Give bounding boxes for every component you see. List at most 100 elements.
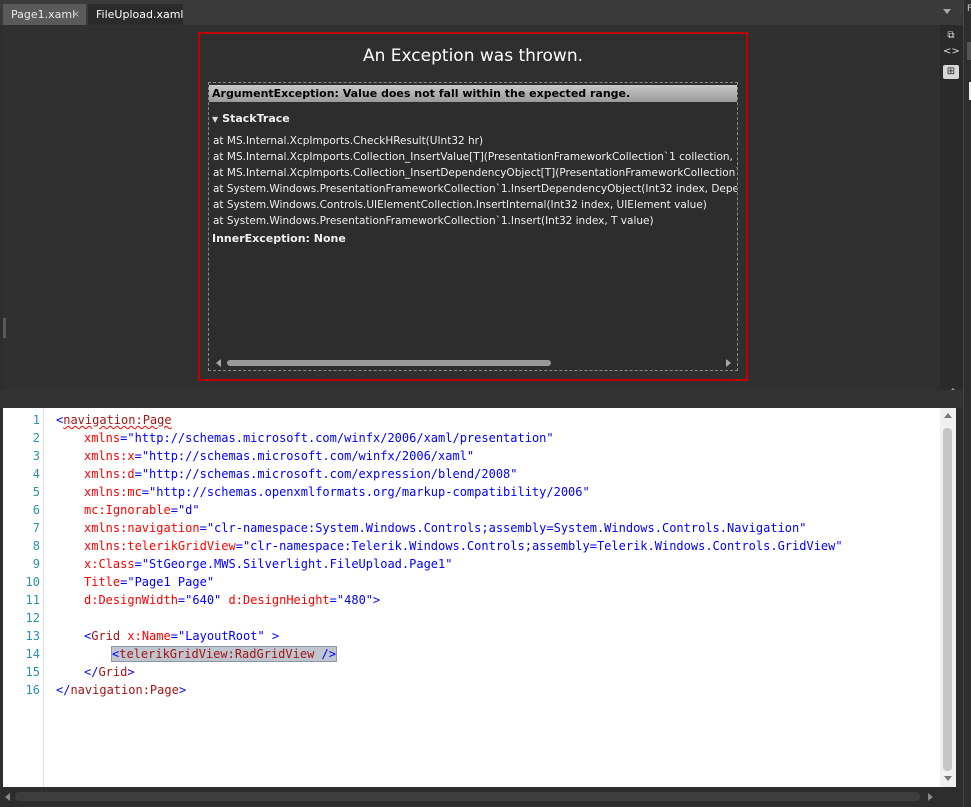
code-line: xmlns:navigation="clr-namespace:System.W… xyxy=(56,519,843,537)
xaml-editor[interactable]: 1 2 3 4 5 6 7 8 9 10 11 12 13 14 15 16 <… xyxy=(3,408,940,787)
code-line: </navigation:Page> xyxy=(56,681,843,699)
editor-horizontal-scrollbar[interactable] xyxy=(0,787,963,807)
equals-sign: = xyxy=(329,593,337,607)
attribute-name: xmlns:x xyxy=(84,449,135,463)
attribute-name: xmlns:navigation xyxy=(84,521,200,535)
line-number: 14 xyxy=(25,647,40,661)
tag-delimiter: > xyxy=(373,593,381,607)
attribute-value: "http://schemas.microsoft.com/winfx/2006… xyxy=(141,449,475,463)
attribute-name: Title xyxy=(84,575,121,589)
code-line: xmlns:mc="http://schemas.openxmlformats.… xyxy=(56,483,843,501)
attribute-name: d:DesignHeight xyxy=(228,593,330,607)
tag-name: navigation:Page xyxy=(63,413,172,427)
tab-label: FileUpload.xaml xyxy=(96,8,184,21)
attribute-value: "http://schemas.openxmlformats.org/marku… xyxy=(149,485,590,499)
code-line: d:DesignWidth="640" d:DesignHeight="480"… xyxy=(56,591,843,609)
scroll-right-icon[interactable] xyxy=(928,793,933,801)
view-splitter[interactable] xyxy=(0,390,963,408)
tag-name: Grid xyxy=(91,629,121,643)
exception-panel: An Exception was thrown. ArgumentExcepti… xyxy=(198,32,748,381)
equals-sign: = xyxy=(134,557,142,571)
attribute-name: x:Name xyxy=(127,629,171,643)
document-tab-strip: Page1.xaml × FileUpload.xaml xyxy=(0,0,963,25)
stacktrace-line: at MS.Internal.XcpImports.CheckHResult(U… xyxy=(213,135,484,147)
stacktrace-line: at System.Windows.Controls.UIElementColl… xyxy=(213,199,707,211)
panel-icon[interactable] xyxy=(967,42,971,60)
attribute-name: xmlns:telerikGridView xyxy=(84,539,236,553)
attribute-value: "Page1 Page" xyxy=(127,575,215,589)
xaml-code-icon[interactable]: <> xyxy=(943,45,960,59)
chevron-down-icon[interactable] xyxy=(943,9,951,14)
equals-sign: = xyxy=(199,521,207,535)
line-number: 9 xyxy=(32,557,40,571)
design-view-icon[interactable]: ⊞ xyxy=(943,65,959,79)
stacktrace-toggle[interactable]: ▼ StackTrace xyxy=(212,112,290,125)
design-toolbar: ⧉ <> ⊞ xyxy=(940,25,963,402)
stacktrace-line: at MS.Internal.XcpImports.Collection_Ins… xyxy=(213,151,738,163)
attribute-value: "480" xyxy=(336,593,374,607)
scrollbar-track[interactable] xyxy=(15,792,920,801)
code-line: xmlns:d="http://schemas.microsoft.com/ex… xyxy=(56,465,843,483)
code-line: xmlns="http://schemas.microsoft.com/winf… xyxy=(56,429,843,447)
line-number: 15 xyxy=(25,665,40,679)
line-number: 7 xyxy=(32,521,40,535)
tab-fileupload-xaml[interactable]: FileUpload.xaml xyxy=(88,4,183,25)
code-area[interactable]: <navigation:Page xmlns="http://schemas.m… xyxy=(56,411,843,699)
equals-sign: = xyxy=(170,629,178,643)
scroll-right-icon[interactable] xyxy=(726,359,731,367)
line-number: 10 xyxy=(25,575,40,589)
scrollbar-thumb[interactable] xyxy=(943,428,952,771)
scrollbar-thumb[interactable] xyxy=(227,360,551,366)
attribute-value: "clr-namespace:Telerik.Windows.Controls;… xyxy=(242,539,843,553)
line-number: 2 xyxy=(32,431,40,445)
scroll-left-icon[interactable] xyxy=(5,793,10,801)
scroll-left-icon[interactable] xyxy=(216,359,221,367)
attribute-value: "http://schemas.microsoft.com/expression… xyxy=(141,467,518,481)
line-number: 13 xyxy=(25,629,40,643)
stacktrace-line: at System.Windows.PresentationFrameworkC… xyxy=(213,215,654,227)
tag-name: telerikGridView:RadGridView xyxy=(119,647,315,661)
line-number: 16 xyxy=(25,683,40,697)
tag-name: navigation:Page xyxy=(70,683,179,697)
tag-name: Grid xyxy=(98,665,128,679)
attribute-name: x:Class xyxy=(84,557,135,571)
code-line: mc:Ignorable="d" xyxy=(56,501,843,519)
attribute-name: xmlns xyxy=(84,431,121,445)
close-icon[interactable]: × xyxy=(72,4,80,25)
tag-delimiter: > xyxy=(178,683,187,697)
scroll-up-icon[interactable] xyxy=(944,413,952,418)
code-line: x:Class="StGeorge.MWS.Silverlight.FileUp… xyxy=(56,555,843,573)
line-number: 3 xyxy=(32,449,40,463)
panel-label: F xyxy=(967,4,971,14)
exception-header: ArgumentException: Value does not fall w… xyxy=(209,85,737,102)
stacktrace-list: at MS.Internal.XcpImports.CheckHResult(U… xyxy=(213,133,738,229)
split-view-icon[interactable]: ⧉ xyxy=(943,29,959,43)
stacktrace-label: StackTrace xyxy=(222,112,290,125)
exception-details: ArgumentException: Value does not fall w… xyxy=(208,82,738,371)
line-number: 8 xyxy=(32,539,40,553)
line-number: 4 xyxy=(32,467,40,481)
code-line: <telerikGridView:RadGridView /> xyxy=(56,645,843,663)
attribute-name: xmlns:mc xyxy=(84,485,142,499)
attribute-name: d:DesignWidth xyxy=(84,593,178,607)
line-number: 5 xyxy=(32,485,40,499)
tag-delimiter: </ xyxy=(56,683,71,697)
tag-delimiter: </ xyxy=(84,665,99,679)
attribute-value: "LayoutRoot" xyxy=(177,629,265,643)
attribute-value: "d" xyxy=(177,503,200,517)
selected-element[interactable]: <telerikGridView:RadGridView /> xyxy=(111,646,337,662)
scroll-down-icon[interactable] xyxy=(944,776,952,781)
code-line: <navigation:Page xyxy=(56,411,843,429)
attribute-name: mc:Ignorable xyxy=(84,503,171,517)
tab-page1-xaml[interactable]: Page1.xaml × xyxy=(3,4,86,25)
attribute-value: "http://schemas.microsoft.com/winfx/2006… xyxy=(127,431,554,445)
line-number: 1 xyxy=(32,413,40,427)
exception-horizontal-scrollbar[interactable] xyxy=(211,358,735,368)
attribute-value: "StGeorge.MWS.Silverlight.FileUpload.Pag… xyxy=(141,557,453,571)
tab-label: Page1.xaml xyxy=(11,8,76,21)
code-line: Title="Page1 Page" xyxy=(56,573,843,591)
resize-handle[interactable] xyxy=(3,318,6,338)
editor-vertical-scrollbar[interactable] xyxy=(940,408,956,787)
stacktrace-line: at MS.Internal.XcpImports.Collection_Ins… xyxy=(213,167,738,179)
